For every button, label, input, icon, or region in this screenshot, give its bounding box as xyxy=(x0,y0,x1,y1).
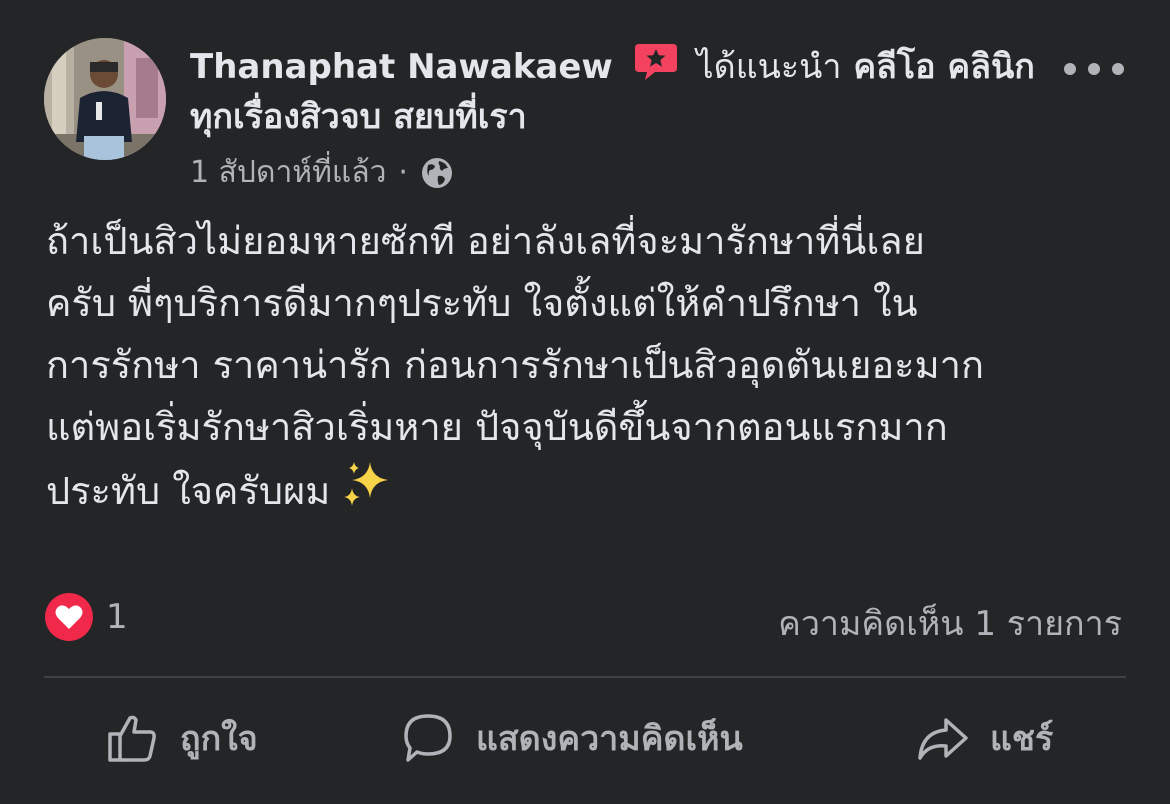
reaction-count: 1 xyxy=(106,597,128,637)
comment-icon xyxy=(404,714,452,762)
author-name[interactable]: Thanaphat Nawakaew xyxy=(190,47,613,87)
share-label: แชร์ xyxy=(990,719,1054,759)
post-body: ถ้าเป็นสิวไม่ยอมหายซักที อย่าลังเลที่จะม… xyxy=(46,210,1126,522)
recommend-icon xyxy=(634,44,677,80)
body-line-1: ถ้าเป็นสิวไม่ยอมหายซักที อย่าลังเลที่จะม… xyxy=(46,219,925,263)
body-line-2: ครับ พี่ๆบริการดีมากๆประทับ ใจตั้งแต่ให้… xyxy=(46,281,918,325)
body-line-4: แต่พอเริ่มรักษาสิวเริ่มหาย ปัจจุบันดีขึ้… xyxy=(46,405,948,449)
divider xyxy=(44,676,1126,678)
thumbs-up-icon xyxy=(108,715,156,762)
body-line-5: ประทับ ใจครับผม xyxy=(46,469,331,513)
share-icon xyxy=(918,718,968,760)
share-button[interactable]: แชร์ xyxy=(914,706,1053,770)
comment-button[interactable]: แสดงความคิดเห็น xyxy=(400,706,743,770)
body-line-3: การรักษา ราคาน่ารัก ก่อนการรักษาเป็นสิวอ… xyxy=(46,343,984,387)
post-meta: 1 สัปดาห์ที่แล้ว · xyxy=(190,150,454,196)
comment-count-link[interactable]: ความคิดเห็น 1 รายการ xyxy=(778,596,1122,650)
post-timestamp[interactable]: 1 สัปดาห์ที่แล้ว xyxy=(190,150,386,196)
review-post: Thanaphat Nawakaew ได้แนะนำ คลีโอ คลินิก… xyxy=(0,0,1170,804)
recommend-label: ได้แนะนำ xyxy=(696,47,842,87)
like-label: ถูกใจ xyxy=(180,719,258,759)
author-avatar[interactable] xyxy=(44,38,166,160)
comment-label: แสดงความคิดเห็น xyxy=(476,719,743,759)
page-name-continued[interactable]: ทุกเรื่องสิวจบ สยบที่เรา xyxy=(190,97,527,137)
avatar-photo xyxy=(44,38,166,160)
sparkles-icon xyxy=(344,462,389,506)
love-reaction-icon xyxy=(45,593,93,641)
more-options-button[interactable] xyxy=(1064,52,1124,86)
more-options-icon xyxy=(1064,63,1076,75)
like-button[interactable]: ถูกใจ xyxy=(104,706,258,770)
reactions-summary[interactable]: 1 xyxy=(44,592,128,642)
globe-icon xyxy=(421,158,452,188)
meta-separator: · xyxy=(398,155,408,190)
post-header: Thanaphat Nawakaew ได้แนะนำ คลีโอ คลินิก… xyxy=(190,42,1050,142)
page-name[interactable]: คลีโอ คลินิก xyxy=(853,47,1035,87)
